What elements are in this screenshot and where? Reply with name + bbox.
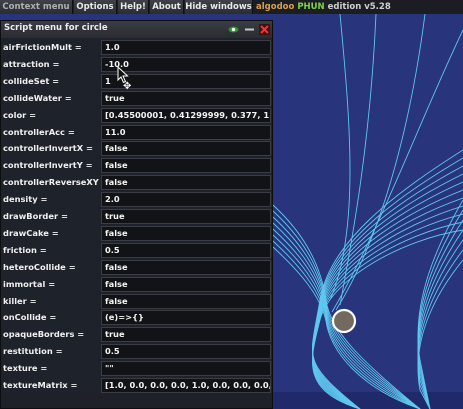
field-key: collideSet = bbox=[3, 75, 60, 86]
field-value-input[interactable]: "" bbox=[101, 361, 271, 377]
script-menu-window: Script menu for circle airFrictionMult =… bbox=[0, 20, 273, 409]
field-key: killer = bbox=[3, 295, 37, 306]
field-key: airFrictionMult = bbox=[3, 42, 82, 52]
circle-object[interactable] bbox=[331, 308, 357, 334]
minimize-icon[interactable] bbox=[244, 24, 255, 35]
app-brand: algodoo PHUN edition v5.28 bbox=[256, 0, 391, 14]
window-title: Script menu for circle bbox=[4, 23, 108, 33]
field-value-input[interactable]: false bbox=[101, 158, 271, 174]
field-key: heteroCollide = bbox=[3, 261, 76, 272]
field-key: immortal = bbox=[3, 278, 56, 289]
field-value-input[interactable]: true bbox=[101, 327, 271, 343]
field-row: controllerAcc = 11.0 bbox=[1, 124, 272, 141]
field-key: texture = bbox=[3, 363, 48, 374]
field-value-input[interactable]: [0.45500001, 0.41299999, 0.377, 1.0] bbox=[101, 107, 271, 123]
field-key: friction = bbox=[3, 244, 47, 255]
field-value-input[interactable]: 1.0 bbox=[101, 40, 271, 55]
field-key: controllerReverseXY = bbox=[3, 177, 109, 188]
brand-edition: edition v5.28 bbox=[327, 2, 391, 12]
brand-name: PHUN bbox=[297, 2, 325, 12]
field-value-input[interactable]: false bbox=[101, 259, 271, 275]
field-row: restitution = 0.5 bbox=[1, 343, 272, 360]
field-key: drawCake = bbox=[3, 227, 59, 238]
field-row: collideWater = true bbox=[1, 90, 272, 107]
context-menu-button[interactable]: Context menu bbox=[0, 0, 73, 14]
field-row: attraction = -10.0 bbox=[1, 56, 272, 73]
field-row: controllerReverseXY = false bbox=[1, 174, 272, 191]
field-row: controllerInvertX = false bbox=[1, 140, 272, 157]
field-row: textureMatrix = [1.0, 0.0, 0.0, 0.0, 1.0,… bbox=[1, 377, 272, 394]
field-key: color = bbox=[3, 109, 37, 120]
field-key: controllerInvertY = bbox=[3, 160, 93, 171]
window-titlebar[interactable]: Script menu for circle bbox=[1, 21, 272, 38]
field-value-input[interactable]: false bbox=[101, 141, 271, 157]
field-value-input[interactable]: (e)=>{} bbox=[101, 310, 271, 326]
field-row: onCollide = (e)=>{} bbox=[1, 309, 272, 326]
field-row: texture = "" bbox=[1, 360, 272, 377]
field-row: color = [0.45500001, 0.41299999, 0.377, 1… bbox=[1, 107, 272, 124]
menu-bar: Context menu Options Help! About Hide wi… bbox=[0, 0, 463, 14]
field-value-input[interactable]: false bbox=[101, 276, 271, 292]
field-value-input[interactable]: false bbox=[101, 293, 271, 309]
field-row: killer = false bbox=[1, 293, 272, 310]
field-key: textureMatrix = bbox=[3, 380, 78, 390]
field-value-input[interactable]: [1.0, 0.0, 0.0, 0.0, 1.0, 0.0, 0.0, 0.0,… bbox=[101, 378, 271, 393]
field-row: collideSet = 1 bbox=[1, 73, 272, 90]
field-value-input[interactable]: 0.5 bbox=[101, 344, 271, 360]
field-row: density = 2.0 bbox=[1, 191, 272, 208]
hide-windows-button[interactable]: Hide windows bbox=[185, 0, 253, 14]
field-row: drawBorder = true bbox=[1, 208, 272, 225]
field-value-input[interactable]: 11.0 bbox=[101, 124, 271, 140]
field-row: heteroCollide = false bbox=[1, 259, 272, 276]
field-row: friction = 0.5 bbox=[1, 242, 272, 259]
field-key: collideWater = bbox=[3, 92, 72, 103]
eye-icon[interactable] bbox=[228, 24, 239, 35]
field-key: controllerInvertX = bbox=[3, 143, 94, 154]
field-row: drawCake = false bbox=[1, 225, 272, 242]
field-value-input[interactable]: true bbox=[101, 209, 271, 224]
options-button[interactable]: Options bbox=[74, 0, 117, 14]
move-cursor-icon: ✥ bbox=[123, 81, 132, 92]
field-value-input[interactable]: 2.0 bbox=[101, 192, 271, 208]
brand-prefix: algodoo bbox=[256, 2, 295, 12]
field-key: onCollide = bbox=[3, 312, 57, 323]
field-value-input[interactable]: true bbox=[101, 90, 271, 106]
about-button[interactable]: About bbox=[150, 0, 184, 14]
close-icon[interactable] bbox=[259, 24, 270, 35]
field-row: immortal = false bbox=[1, 276, 272, 293]
field-row: airFrictionMult = 1.0 bbox=[1, 39, 272, 56]
help-button[interactable]: Help! bbox=[118, 0, 149, 14]
field-key: controllerAcc = bbox=[3, 126, 75, 137]
field-key: density = bbox=[3, 194, 48, 205]
field-row: controllerInvertY = false bbox=[1, 157, 272, 174]
field-key: drawBorder = bbox=[3, 211, 68, 221]
field-key: restitution = bbox=[3, 346, 63, 357]
field-value-input[interactable]: false bbox=[101, 175, 271, 191]
field-key: opaqueBorders = bbox=[3, 329, 85, 340]
field-value-input[interactable]: 0.5 bbox=[101, 242, 271, 258]
field-value-input[interactable]: false bbox=[101, 225, 271, 241]
field-row: opaqueBorders = true bbox=[1, 326, 272, 343]
field-key: attraction = bbox=[3, 58, 60, 69]
